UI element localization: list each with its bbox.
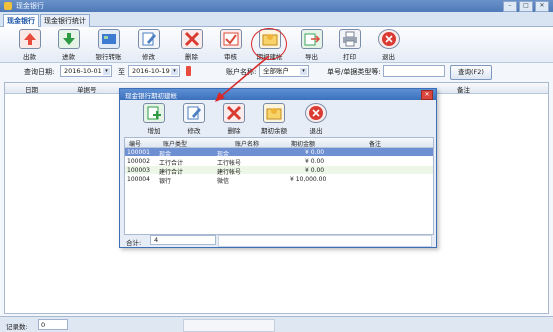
filter-bar: 查询日期: 2016-10-01 ▾ 至 2016-10-19 ▾ 账户名称: … bbox=[0, 63, 553, 80]
date-to-field[interactable]: 2016-10-19 ▾ bbox=[128, 65, 180, 77]
delete-icon bbox=[180, 29, 203, 49]
withdraw-icon bbox=[18, 29, 41, 49]
maximize-button[interactable]: □ bbox=[519, 1, 533, 12]
edit-button[interactable]: 修改 bbox=[133, 29, 164, 61]
record-count-label: 记录数: bbox=[6, 323, 28, 331]
status-field bbox=[183, 319, 275, 332]
withdraw-button[interactable]: 出款 bbox=[14, 29, 45, 61]
dialog-titlebar: 现金银行期初建帐 ✕ bbox=[120, 89, 436, 100]
col-account-type: 账户类型 bbox=[163, 141, 188, 148]
calendar-dropdown-icon[interactable]: ▾ bbox=[171, 68, 178, 75]
exit-icon bbox=[305, 103, 327, 123]
col-note: 备注 bbox=[369, 141, 382, 148]
dialog-exit-button[interactable]: 退出 bbox=[300, 103, 332, 135]
date-to-value: 2016-10-19 bbox=[132, 67, 170, 75]
dialog-add-button[interactable]: 增加 bbox=[138, 103, 170, 135]
row-code: 100004 bbox=[127, 176, 150, 183]
calendar-dropdown-icon[interactable]: ▾ bbox=[103, 68, 110, 75]
table-row[interactable]: 100002 工行合计 工行帐号 ¥ 0.00 bbox=[125, 157, 433, 167]
number-label: 单号/单据类型等: bbox=[327, 68, 381, 76]
col-account-name: 账户名称 bbox=[235, 141, 260, 148]
bank-transfer-icon bbox=[97, 29, 120, 49]
dialog-grid: 编号 账户类型 账户名称 期初金额 备注 100001 现金 现金 ¥ 0.00… bbox=[124, 137, 434, 235]
exit-label: 退出 bbox=[382, 53, 395, 61]
dialog-title: 现金银行期初建帐 bbox=[125, 92, 177, 100]
date-label: 查询日期: bbox=[24, 68, 55, 76]
export-button[interactable]: 导出 bbox=[296, 29, 327, 61]
number-input[interactable] bbox=[383, 65, 445, 77]
date-from-field[interactable]: 2016-10-01 ▾ bbox=[60, 65, 112, 77]
row-amount: ¥ 0.00 bbox=[305, 149, 325, 156]
window-title: 现金银行 bbox=[16, 2, 44, 10]
col-code: 编号 bbox=[129, 141, 142, 148]
withdraw-label: 出款 bbox=[23, 53, 36, 61]
total-label: 合计: bbox=[126, 239, 142, 247]
table-row[interactable]: 100004 银行 微信 ¥ 10,000.00 bbox=[125, 175, 433, 185]
bank-transfer-button[interactable]: 银行转账 bbox=[93, 29, 124, 61]
dialog-opening-balance-label: 期初余额 bbox=[261, 127, 287, 135]
table-row[interactable]: 100003 建行合计 建行帐号 ¥ 0.00 bbox=[125, 166, 433, 176]
export-label: 导出 bbox=[305, 53, 318, 61]
date-picker-icon[interactable] bbox=[186, 66, 191, 76]
row-type: 银行 bbox=[159, 178, 172, 185]
dialog-edit-label: 修改 bbox=[187, 127, 201, 135]
row-amount: ¥ 10,000.00 bbox=[290, 176, 327, 183]
row-amount: ¥ 0.00 bbox=[305, 167, 325, 174]
row-code: 100002 bbox=[127, 158, 150, 165]
col-date: 日期 bbox=[25, 86, 38, 94]
tab-row: 现金银行 现金银行统计 bbox=[0, 12, 553, 28]
total-field bbox=[218, 235, 432, 247]
deposit-button[interactable]: 进款 bbox=[53, 29, 84, 61]
annotation-arrow-icon bbox=[215, 55, 270, 102]
opening-balance-dialog: 现金银行期初建帐 ✕ 增加 修改 删除 期初余额 退出 编号 账户类型 账户名称… bbox=[119, 88, 437, 248]
row-amount: ¥ 0.00 bbox=[305, 158, 325, 165]
dialog-delete-label: 删除 bbox=[227, 127, 241, 135]
add-icon bbox=[143, 103, 165, 123]
chevron-down-icon[interactable]: ▾ bbox=[300, 68, 307, 75]
audit-icon bbox=[219, 29, 242, 49]
col-number: 单据号 bbox=[77, 86, 97, 94]
deposit-label: 进款 bbox=[62, 53, 75, 61]
tab-cash-bank[interactable]: 现金银行 bbox=[3, 14, 39, 28]
bank-transfer-label: 银行转账 bbox=[95, 53, 122, 61]
col-opening-amount: 期初金额 bbox=[291, 141, 316, 148]
record-count-value: 0 bbox=[38, 319, 68, 330]
print-icon bbox=[338, 29, 361, 49]
row-code: 100003 bbox=[127, 167, 150, 174]
exit-icon bbox=[377, 29, 400, 49]
export-icon bbox=[300, 29, 323, 49]
tab-cash-bank-stats[interactable]: 现金银行统计 bbox=[40, 14, 90, 28]
edit-icon bbox=[183, 103, 205, 123]
row-code: 100001 bbox=[127, 149, 150, 156]
dialog-add-label: 增加 bbox=[147, 127, 161, 135]
edit-icon bbox=[137, 29, 160, 49]
print-button[interactable]: 打印 bbox=[334, 29, 365, 61]
exit-button[interactable]: 退出 bbox=[373, 29, 404, 61]
date-from-value: 2016-10-01 bbox=[64, 67, 102, 75]
window-titlebar: 现金银行 – □ ✕ bbox=[0, 0, 553, 12]
status-bar: 记录数: 0 bbox=[0, 316, 553, 332]
to-label: 至 bbox=[118, 68, 125, 76]
query-button[interactable]: 查询(F2) bbox=[450, 65, 492, 80]
delete-button[interactable]: 删除 bbox=[176, 29, 207, 61]
row-name: 微信 bbox=[217, 178, 230, 185]
edit-label: 修改 bbox=[142, 53, 155, 61]
dialog-exit-label: 退出 bbox=[309, 127, 323, 135]
delete-label: 删除 bbox=[185, 53, 198, 61]
dialog-grid-header: 编号 账户类型 账户名称 期初金额 备注 bbox=[125, 138, 433, 148]
table-row[interactable]: 100001 现金 现金 ¥ 0.00 bbox=[125, 148, 433, 158]
minimize-button[interactable]: – bbox=[503, 1, 517, 12]
dialog-close-button[interactable]: ✕ bbox=[421, 90, 433, 100]
close-window-button[interactable]: ✕ bbox=[535, 1, 549, 12]
col-note: 备注 bbox=[457, 86, 470, 94]
total-value: 4 bbox=[150, 235, 216, 245]
app-icon bbox=[4, 2, 12, 10]
dialog-footer: 合计: 4 bbox=[124, 235, 432, 247]
print-label: 打印 bbox=[343, 53, 356, 61]
deposit-icon bbox=[57, 29, 80, 49]
dialog-toolbar: 增加 修改 删除 期初余额 退出 bbox=[124, 103, 432, 135]
